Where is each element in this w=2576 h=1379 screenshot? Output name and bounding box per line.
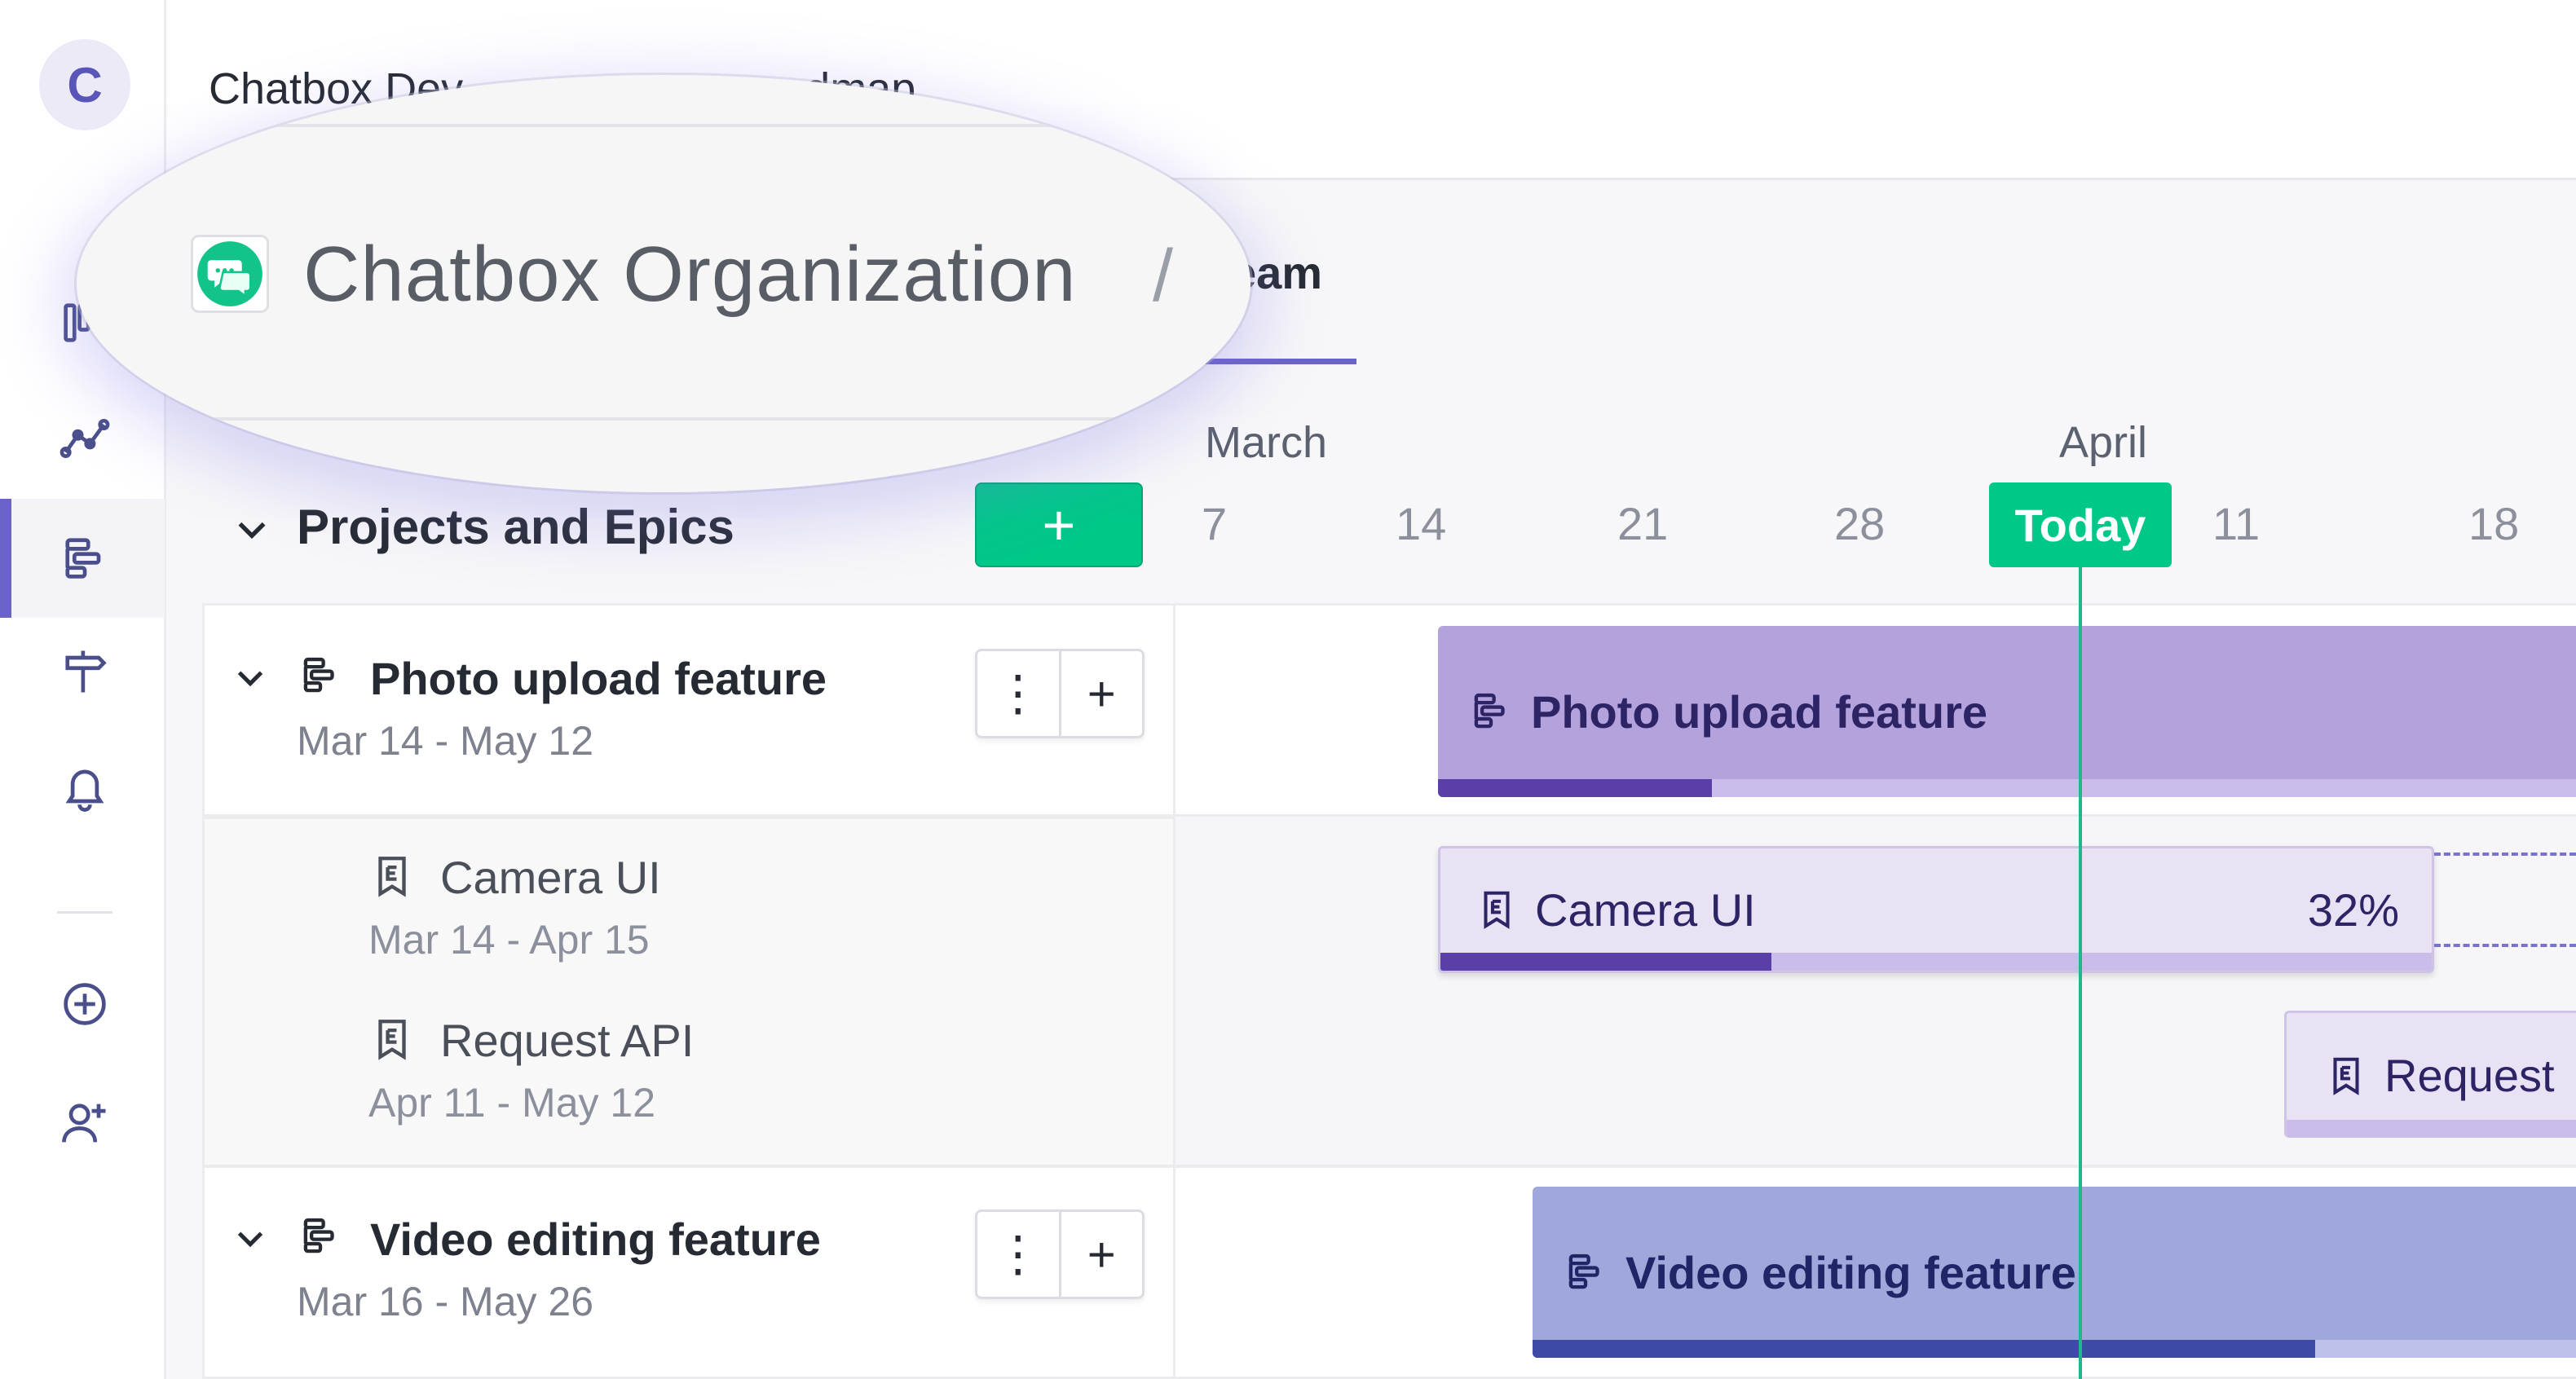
project-name[interactable]: Photo upload feature [370, 652, 827, 705]
month-label: March [1205, 418, 1328, 467]
progress-fill [1440, 953, 1771, 971]
roadmap-icon [303, 657, 334, 693]
epic-icon [378, 1020, 406, 1060]
epic-icon [2333, 1057, 2359, 1095]
day-label: 21 [1617, 498, 1669, 549]
project-actions: ⋮ + [975, 1209, 1145, 1299]
epic-icon [1484, 891, 1510, 929]
add-user-icon[interactable] [51, 1089, 119, 1157]
day-label: 7 [1202, 498, 1228, 549]
progress-track [1771, 953, 2432, 971]
breadcrumb-separator: / [1153, 236, 1174, 317]
epic-dates: Mar 14 - Apr 15 [368, 917, 650, 963]
dependency-line [2434, 944, 2576, 947]
add-circle-icon[interactable] [51, 970, 119, 1038]
magnifier-overlay: Chatbox Organization / [77, 75, 1251, 492]
project-dates: Mar 16 - May 26 [297, 1279, 594, 1324]
sidebar-divider [57, 911, 112, 914]
month-label: April [2059, 418, 2148, 467]
project-bar-label: Video editing feature [1625, 1246, 2076, 1298]
org-breadcrumb[interactable]: Chatbox Organization [303, 230, 1077, 319]
epic-group [202, 817, 1176, 1167]
today-badge[interactable]: Today [1989, 482, 2172, 567]
epic-name[interactable]: Request API [440, 1014, 694, 1067]
epic-icon [378, 857, 406, 897]
progress-fill [1533, 1340, 2315, 1358]
day-label: 28 [1834, 498, 1886, 549]
epic-bar[interactable]: Camera UI 32% [1438, 846, 2434, 973]
add-epic-button[interactable]: + [1058, 651, 1143, 736]
chart-line-icon[interactable] [51, 404, 119, 473]
day-label: 11 [2212, 498, 2261, 549]
progress-track [2315, 1340, 2576, 1358]
magnified-divider [77, 124, 1251, 127]
bell-icon[interactable] [51, 753, 119, 822]
section-title: Projects and Epics [297, 500, 734, 554]
roadmap-icon [303, 1218, 334, 1253]
epic-bar[interactable]: Request [2284, 1011, 2576, 1138]
signpost-icon[interactable] [51, 637, 119, 706]
chevron-down-icon[interactable] [232, 509, 272, 549]
chevron-down-icon[interactable] [232, 1219, 269, 1257]
more-options-button[interactable]: ⋮ [977, 1212, 1059, 1297]
roadmap-icon [1474, 693, 1505, 729]
progress-track [2287, 1120, 2576, 1138]
progress-track [1712, 779, 2576, 797]
project-bar[interactable]: Photo upload feature [1438, 626, 2576, 797]
tab-active-underline [1190, 359, 1356, 364]
magnified-divider [77, 417, 1251, 421]
today-line [2079, 567, 2082, 1379]
day-label: 18 [2468, 498, 2520, 549]
chevron-down-icon[interactable] [232, 659, 269, 696]
workspace-avatar[interactable]: C [39, 39, 130, 130]
roadmap-icon[interactable] [51, 523, 119, 592]
project-bar[interactable]: Video editing feature [1533, 1187, 2576, 1358]
nav-active-indicator [0, 499, 11, 618]
add-project-button[interactable]: + [975, 482, 1143, 567]
progress-fill [1438, 779, 1712, 797]
org-logo-icon [191, 235, 269, 313]
project-name[interactable]: Video editing feature [370, 1213, 821, 1266]
roadmap-icon [1568, 1253, 1599, 1289]
project-bar-label: Photo upload feature [1531, 685, 1987, 738]
epic-progress-text: 32% [2307, 883, 2399, 936]
project-actions: ⋮ + [975, 649, 1145, 738]
dependency-line [2434, 853, 2576, 856]
project-dates: Mar 14 - May 12 [297, 718, 594, 764]
epic-bar-label: Request [2384, 1050, 2555, 1101]
add-epic-button[interactable]: + [1058, 1212, 1143, 1297]
epic-name[interactable]: Camera UI [440, 851, 661, 904]
epic-dates: Apr 11 - May 12 [368, 1080, 656, 1126]
day-label: 14 [1396, 498, 1447, 549]
more-options-button[interactable]: ⋮ [977, 651, 1059, 736]
epic-bar-label: Camera UI [1535, 883, 1756, 936]
